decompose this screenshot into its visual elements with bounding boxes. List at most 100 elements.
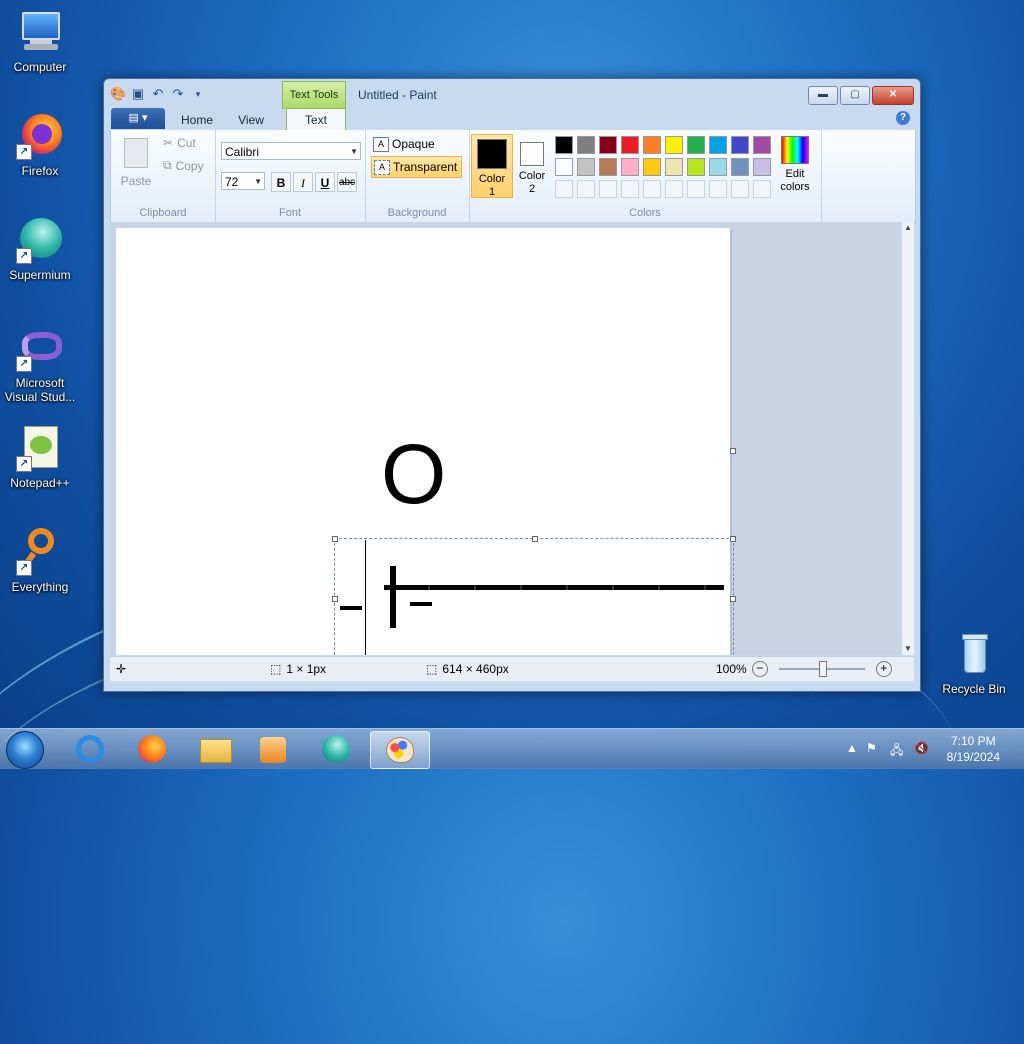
drawing-canvas[interactable]: O — [116, 228, 736, 655]
desktop-icon-recycle-bin[interactable]: Recycle Bin — [936, 630, 1012, 696]
resize-handle[interactable] — [332, 596, 338, 602]
maximize-button[interactable]: ▢ — [840, 86, 870, 105]
desktop-icon-notepadpp[interactable]: ↗ Notepad++ — [2, 424, 78, 490]
paint-app-icon[interactable]: 🎨 — [110, 86, 126, 102]
palette-swatch[interactable] — [753, 136, 771, 154]
palette-swatch[interactable] — [599, 158, 617, 176]
custom-color-slot[interactable] — [621, 180, 639, 198]
palette-swatch[interactable] — [577, 136, 595, 154]
help-icon[interactable]: ? — [896, 111, 910, 125]
custom-color-slot[interactable] — [753, 180, 771, 198]
transparent-button[interactable]: A Transparent — [371, 156, 463, 178]
recycle-bin-icon — [950, 630, 998, 678]
tab-text[interactable]: Text — [286, 108, 346, 132]
palette-swatch[interactable] — [665, 158, 683, 176]
custom-color-slot[interactable] — [599, 180, 617, 198]
custom-color-slot[interactable] — [665, 180, 683, 198]
zoom-in-button[interactable]: + — [875, 661, 892, 677]
desktop-icon-everything[interactable]: ↗ Everything — [2, 528, 78, 594]
color2-swatch — [520, 142, 544, 166]
redo-icon[interactable]: ↷ — [170, 86, 186, 102]
clipboard-group-label: Clipboard — [139, 207, 187, 219]
cut-button[interactable]: ✂ Cut — [163, 136, 196, 150]
minimize-button[interactable]: ▬ — [808, 86, 838, 105]
system-clock[interactable]: 7:10 PM 8/19/2024 — [947, 733, 1000, 765]
zoom-controls: 100% − + — [716, 657, 892, 681]
canvas-resize-handle[interactable] — [730, 448, 736, 454]
palette-swatch[interactable] — [753, 158, 771, 176]
desktop-icon-firefox[interactable]: ↗ Firefox — [2, 112, 78, 178]
paste-button[interactable]: Paste — [119, 138, 153, 188]
taskbar-firefox[interactable] — [126, 731, 178, 767]
scroll-up-icon[interactable]: ▲ — [902, 222, 914, 234]
tab-view[interactable]: View — [226, 111, 276, 129]
customize-qat-icon[interactable]: ▾ — [190, 86, 206, 102]
font-family-select[interactable]: Calibri ▼ — [221, 142, 361, 160]
palette-swatch[interactable] — [643, 158, 661, 176]
font-size-select[interactable]: 72 ▼ — [221, 172, 265, 190]
undo-icon[interactable]: ↶ — [150, 86, 166, 102]
visual-studio-icon: ↗ — [16, 324, 64, 372]
color2-button[interactable]: Color 2 — [515, 134, 549, 196]
tab-home[interactable]: Home — [172, 111, 222, 129]
resize-handle[interactable] — [532, 536, 538, 542]
color1-button[interactable]: Color 1 — [471, 134, 513, 198]
paint-menu-button[interactable]: ▤ ▾ — [111, 108, 165, 129]
taskbar-ie[interactable] — [64, 731, 116, 767]
palette-swatch[interactable] — [709, 136, 727, 154]
canvas-workspace[interactable]: O — [110, 222, 902, 655]
strikethrough-button[interactable]: abc — [337, 172, 357, 192]
palette-swatch[interactable] — [555, 136, 573, 154]
desktop-icon-visual-studio[interactable]: ↗ Microsoft Visual Stud... — [2, 324, 78, 404]
transparent-icon: A — [374, 159, 390, 175]
vertical-scrollbar[interactable]: ▲ ▼ — [902, 222, 914, 655]
copy-button[interactable]: ⧉ Copy — [163, 158, 204, 173]
custom-color-slot[interactable] — [687, 180, 705, 198]
desktop-icon-computer[interactable]: Computer — [2, 8, 78, 74]
taskbar-media-player[interactable] — [248, 731, 300, 767]
desktop-icon-supermium[interactable]: ↗ Supermium — [2, 216, 78, 282]
palette-swatch[interactable] — [687, 158, 705, 176]
custom-color-slot[interactable] — [709, 180, 727, 198]
palette-swatch[interactable] — [577, 158, 595, 176]
volume-muted-icon[interactable]: 🔇 — [914, 741, 929, 755]
taskbar-explorer[interactable] — [188, 731, 240, 767]
taskbar-supermium[interactable] — [310, 731, 362, 767]
underline-button[interactable]: U — [315, 172, 335, 192]
transparent-label: Transparent — [393, 160, 458, 174]
palette-swatch[interactable] — [621, 136, 639, 154]
opaque-button[interactable]: A Opaque — [371, 134, 439, 154]
save-icon[interactable]: ▣ — [130, 86, 146, 102]
custom-color-slot[interactable] — [577, 180, 595, 198]
palette-swatch[interactable] — [731, 158, 749, 176]
palette-swatch[interactable] — [687, 136, 705, 154]
custom-color-slot[interactable] — [643, 180, 661, 198]
custom-color-slot[interactable] — [555, 180, 573, 198]
zoom-slider[interactable] — [778, 661, 865, 677]
palette-swatch[interactable] — [621, 158, 639, 176]
resize-handle[interactable] — [730, 596, 736, 602]
palette-swatch[interactable] — [709, 158, 727, 176]
start-button[interactable] — [6, 731, 44, 769]
scroll-down-icon[interactable]: ▼ — [902, 643, 914, 655]
network-icon[interactable]: 🖧 — [890, 741, 903, 762]
palette-swatch[interactable] — [555, 158, 573, 176]
resize-handle[interactable] — [730, 536, 736, 542]
edit-colors-button[interactable]: Edit colors — [773, 136, 817, 194]
resize-handle[interactable] — [332, 536, 338, 542]
close-button[interactable]: ✕ — [872, 86, 914, 105]
action-center-flag-icon[interactable]: ⚑ — [866, 741, 877, 755]
italic-button[interactable]: I — [293, 172, 313, 192]
firefox-icon — [138, 735, 166, 763]
title-bar: 🎨 ▣ ↶ ↷ ▾ Text Tools Untitled - Paint ▬ … — [104, 79, 920, 109]
palette-swatch[interactable] — [599, 136, 617, 154]
zoom-out-button[interactable]: − — [751, 661, 768, 677]
taskbar-paint[interactable] — [370, 731, 430, 769]
custom-color-slot[interactable] — [731, 180, 749, 198]
palette-swatch[interactable] — [665, 136, 683, 154]
bold-button[interactable]: B — [271, 172, 291, 192]
palette-swatch[interactable] — [731, 136, 749, 154]
palette-swatch[interactable] — [643, 136, 661, 154]
show-hidden-icons[interactable]: ▲ — [846, 741, 858, 755]
zoom-slider-thumb[interactable] — [818, 661, 827, 677]
